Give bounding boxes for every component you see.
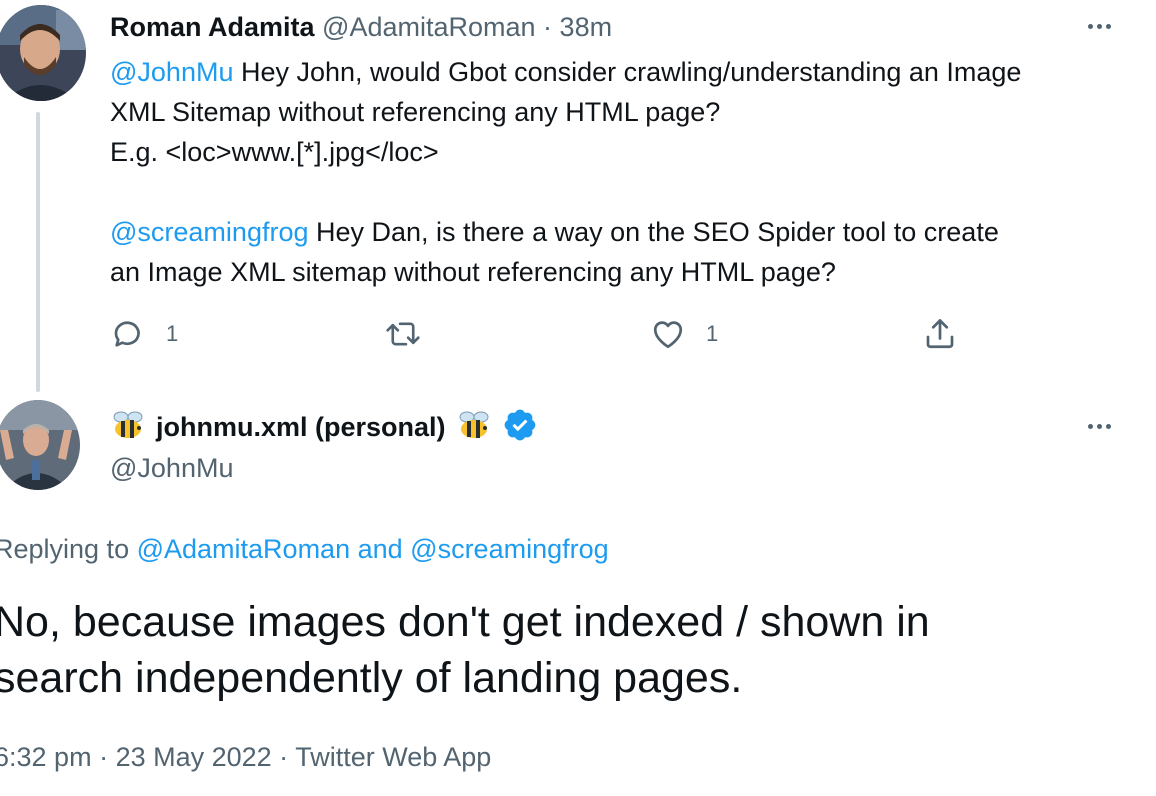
tweet-time[interactable]: 6:32 pm: [0, 742, 92, 772]
retweet-button[interactable]: [384, 316, 422, 352]
author-name[interactable]: johnmu.xml (personal): [156, 412, 446, 443]
bee-emoji: [110, 407, 146, 448]
tweet-text-line5: an Image XML sitemap without referencing…: [110, 257, 836, 287]
like-count: 1: [706, 321, 719, 346]
author-name[interactable]: Roman Adamita: [110, 12, 315, 42]
tweet-text-line1: Hey John, would Gbot consider crawling/u…: [233, 57, 1022, 87]
replying-to: Replying to @AdamitaRoman and @screaming…: [0, 532, 609, 566]
tweet-date[interactable]: 23 May 2022: [116, 742, 272, 772]
replying-user-screamingfrog[interactable]: @screamingfrog: [410, 534, 608, 564]
separator-dot: ·: [535, 12, 560, 42]
meta-dot: ·: [271, 742, 296, 772]
reply-count: 1: [166, 321, 179, 346]
timestamp-link[interactable]: 38m: [560, 12, 613, 42]
author-handle[interactable]: @JohnMu: [110, 451, 233, 485]
tweet-source[interactable]: Twitter Web App: [295, 742, 491, 772]
tweet-text-line2: XML Sitemap without referencing any HTML…: [110, 97, 721, 127]
share-icon: [926, 319, 954, 349]
mention-johnmu[interactable]: @JohnMu: [110, 57, 233, 87]
author-handle[interactable]: @AdamitaRoman: [322, 12, 536, 42]
replying-and: and: [350, 534, 411, 564]
share-button[interactable]: [922, 316, 958, 352]
thread-connector-line: [36, 112, 40, 392]
avatar-roman-adamita[interactable]: [0, 5, 86, 101]
tweet2-author-row: johnmu.xml (personal): [110, 404, 538, 450]
meta-dot: ·: [91, 742, 116, 772]
more-icon[interactable]: [1088, 424, 1111, 429]
tweet-meta: 6:32 pm · 23 May 2022 · Twitter Web App: [0, 740, 491, 774]
reply-text: No, because images don't get indexed / s…: [0, 594, 930, 706]
tweet1-body: @JohnMu Hey John, would Gbot consider cr…: [110, 52, 1021, 292]
retweet-icon: [386, 322, 420, 346]
tweet-text-line4: Hey Dan, is there a way on the SEO Spide…: [308, 217, 999, 247]
reply-icon: [114, 321, 140, 347]
mention-screamingfrog[interactable]: @screamingfrog: [110, 217, 308, 247]
replying-prefix: Replying to: [0, 534, 137, 564]
avatar-johnmu[interactable]: [0, 400, 80, 490]
reply-button[interactable]: 1: [110, 316, 178, 352]
tweet-thread: Roman Adamita @AdamitaRoman · 38m @JohnM…: [0, 0, 1156, 796]
tweet-text-line3: E.g. <loc>www.[*].jpg</loc>: [110, 137, 439, 167]
replying-user-adamitaroman[interactable]: @AdamitaRoman: [137, 534, 351, 564]
verified-badge-icon[interactable]: [502, 407, 538, 448]
tweet1-header: Roman Adamita @AdamitaRoman · 38m: [110, 10, 612, 44]
reply-text-line2: search independently of landing pages.: [0, 654, 743, 702]
bee-emoji: [456, 407, 492, 448]
like-button[interactable]: 1: [650, 316, 718, 352]
reply-text-line1: No, because images don't get indexed / s…: [0, 598, 930, 646]
like-icon: [653, 321, 683, 349]
more-icon[interactable]: [1088, 24, 1111, 29]
